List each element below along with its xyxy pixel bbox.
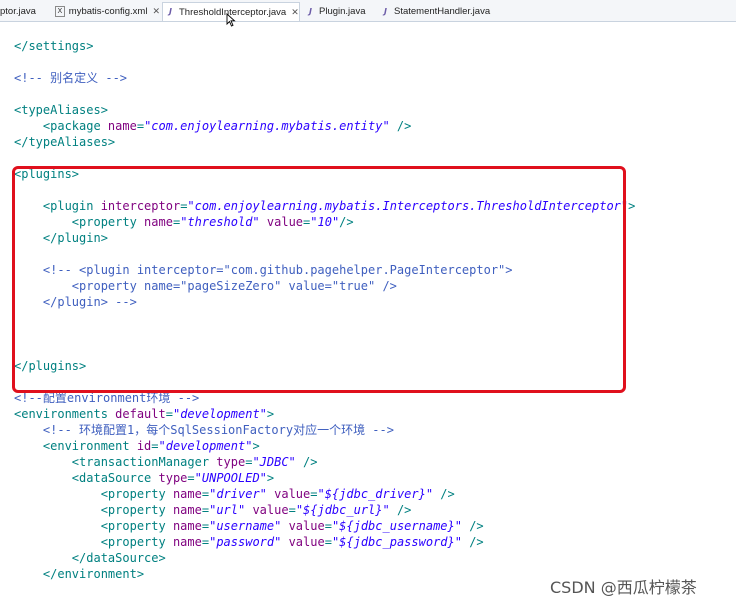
plugins-highlight-box <box>12 166 626 393</box>
xml-tag-token: = <box>201 503 210 517</box>
code-line: <package name="com.enjoylearning.mybatis… <box>14 118 412 134</box>
code-line: <environments default="development"> <box>14 406 274 422</box>
java-file-icon: J <box>384 6 387 16</box>
xml-tag-token: /> <box>433 487 455 501</box>
xml-tag-token: </settings> <box>14 39 94 53</box>
xml-file-icon: X <box>55 6 65 17</box>
xml-tag-token: </dataSource> <box>14 551 166 565</box>
xml-comment-token: <!-- 别名定义 --> <box>14 71 128 85</box>
xml-tag-token: = <box>187 471 195 485</box>
xml-tag-token <box>281 519 288 533</box>
code-line: <typeAliases> <box>14 102 108 118</box>
xml-attribute-token: value <box>252 503 289 517</box>
xml-tag-token: <property <box>14 487 173 501</box>
tab-ptor-java[interactable]: ptor.java <box>0 2 48 21</box>
close-icon[interactable]: ✕ <box>291 7 299 18</box>
xml-tag-token: <environment <box>14 439 137 453</box>
xml-tag-token: /> <box>389 119 412 133</box>
xml-value-token: "development" <box>172 407 267 421</box>
xml-value-token: "development" <box>158 439 253 453</box>
xml-attribute-token: value <box>288 535 325 549</box>
xml-tag-token: <property <box>14 519 173 533</box>
xml-attribute-token: default <box>115 407 166 421</box>
xml-tag-token: = <box>201 519 210 533</box>
xml-tag-token: > <box>266 407 275 421</box>
tab-label: ptor.java <box>0 6 36 17</box>
java-file-icon: J <box>309 6 312 16</box>
xml-attribute-token: name <box>172 487 202 501</box>
code-line: </dataSource> <box>14 550 166 566</box>
xml-tag-token: > <box>252 439 260 453</box>
tab-label: Plugin.java <box>319 6 366 17</box>
xml-tag-token: /> <box>295 455 318 469</box>
xml-tag-token: <property <box>14 503 173 517</box>
xml-value-token: "url" <box>209 503 246 517</box>
xml-value-token: "password" <box>209 535 282 549</box>
xml-attribute-token: name <box>107 119 137 133</box>
xml-attribute-token: name <box>172 519 202 533</box>
xml-tag-token: <transactionManager <box>14 455 217 469</box>
xml-tag-token: /> <box>461 519 484 533</box>
xml-tag-token: = <box>151 439 159 453</box>
xml-tag-token <box>281 535 288 549</box>
xml-tag-token: = <box>324 535 332 549</box>
xml-tag-token: <typeAliases> <box>14 103 108 117</box>
xml-tag-token: > <box>266 471 275 485</box>
xml-tag-token: <environments <box>14 407 116 421</box>
xml-tag-token: /> <box>389 503 412 517</box>
xml-tag-token: = <box>165 407 173 421</box>
xml-value-token: "username" <box>209 519 282 533</box>
xml-tag-token: <dataSource <box>14 471 159 485</box>
xml-attribute-token: value <box>274 487 311 501</box>
tab-mybatis-config-xml[interactable]: X mybatis-config.xml ✕ <box>52 2 160 21</box>
editor-tab-bar: ptor.java X mybatis-config.xml ✕ J Thres… <box>0 0 736 27</box>
xml-tag-token: <property <box>14 535 173 549</box>
tab-plugin-java[interactable]: J Plugin.java <box>303 2 375 21</box>
xml-value-token: "${jdbc_password}" <box>331 535 462 549</box>
xml-comment-token: <!--配置environment环境 --> <box>14 391 200 405</box>
xml-value-token: "${jdbc_url}" <box>295 503 390 517</box>
tab-statementhandler-java[interactable]: J StatementHandler.java <box>378 2 498 21</box>
xml-attribute-token: type <box>158 471 188 485</box>
xml-tag-token: = <box>201 487 210 501</box>
xml-comment-token: <!-- 环境配置1，每个SqlSessionFactory对应一个环境 --> <box>14 423 394 437</box>
xml-value-token: "JDBC" <box>252 455 296 469</box>
close-icon[interactable]: ✕ <box>152 6 160 17</box>
xml-value-token: "${jdbc_username}" <box>331 519 462 533</box>
tab-label: mybatis-config.xml <box>68 6 148 17</box>
xml-value-token: "${jdbc_driver}" <box>317 487 434 501</box>
java-file-icon: J <box>169 7 172 16</box>
xml-tag-token: </environment> <box>14 567 145 581</box>
xml-value-token: "driver" <box>209 487 267 501</box>
xml-tag-token: = <box>201 535 210 549</box>
code-line: <!-- 别名定义 --> <box>14 70 127 86</box>
code-line: </settings> <box>14 38 93 54</box>
xml-attribute-token: type <box>216 455 246 469</box>
xml-tag-token: /> <box>461 535 484 549</box>
code-line: <property name="password" value="${jdbc_… <box>14 534 484 550</box>
xml-value-token: "UNPOOLED" <box>194 471 267 485</box>
code-line: </environment> <box>14 566 144 582</box>
xml-attribute-token: name <box>172 535 202 549</box>
xml-value-token: "com.enjoylearning.mybatis.entity" <box>144 119 390 133</box>
xml-tag-token: = <box>288 503 296 517</box>
code-line: <!-- 环境配置1，每个SqlSessionFactory对应一个环境 --> <box>14 422 394 438</box>
code-line: <dataSource type="UNPOOLED"> <box>14 470 274 486</box>
xml-attribute-token: name <box>172 503 202 517</box>
xml-tag-token: </typeAliases> <box>14 135 116 149</box>
code-line: </typeAliases> <box>14 134 115 150</box>
code-line: <environment id="development"> <box>14 438 260 454</box>
code-line: <property name="driver" value="${jdbc_dr… <box>14 486 455 502</box>
code-line: <transactionManager type="JDBC" /> <box>14 454 318 470</box>
csdn-watermark: CSDN @西瓜柠檬茶 <box>550 578 697 597</box>
tab-label: StatementHandler.java <box>394 6 491 17</box>
xml-tag-token: = <box>324 519 332 533</box>
xml-tag-token: > <box>628 199 636 213</box>
code-line: <property name="url" value="${jdbc_url}"… <box>14 502 412 518</box>
xml-tag-token: = <box>136 119 145 133</box>
xml-attribute-token: id <box>136 439 152 453</box>
code-line: <property name="username" value="${jdbc_… <box>14 518 484 534</box>
xml-tag-token: <package <box>14 119 108 133</box>
xml-attribute-token: value <box>288 519 325 533</box>
